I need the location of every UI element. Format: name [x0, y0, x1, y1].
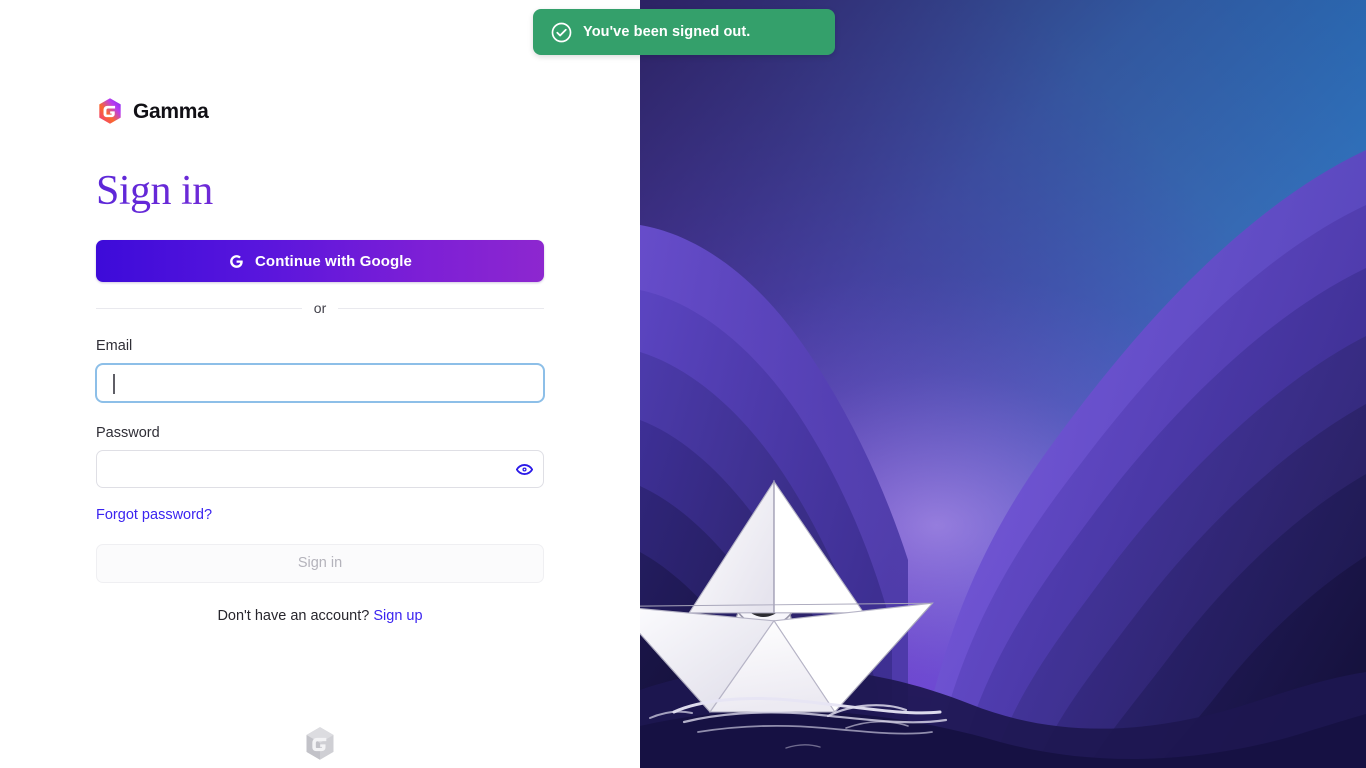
email-input-shell[interactable] [96, 363, 544, 402]
signin-artwork-panel [640, 0, 1366, 768]
continue-with-google-button[interactable]: Continue with Google [96, 240, 544, 283]
sign-in-submit-button[interactable]: Sign in [96, 543, 544, 583]
footer-logo-wrap [0, 724, 640, 764]
eye-icon [515, 463, 533, 475]
text-caret [113, 373, 115, 394]
signup-row: Don't have an account? Sign up [96, 608, 544, 625]
gamma-hex-logo-gray-icon [306, 727, 334, 760]
password-input-shell[interactable] [96, 450, 544, 489]
google-g-icon [230, 254, 243, 268]
page-title: Sign in [96, 127, 544, 214]
brand-logo[interactable]: Gamma [96, 95, 544, 127]
check-circle-icon [551, 22, 572, 42]
signin-page: Gamma Sign in Continue with Google or Em… [0, 0, 1366, 768]
or-divider: or [96, 300, 545, 317]
astronaut-paper-boat-illustration [640, 0, 1366, 768]
signed-out-toast[interactable]: You've been signed out. [533, 9, 835, 55]
password-input[interactable] [97, 451, 507, 488]
password-label: Password [96, 424, 160, 441]
divider-rule-left [96, 307, 302, 309]
brand-name: Gamma [133, 99, 209, 123]
sign-up-link[interactable]: Sign up [373, 608, 422, 624]
email-input[interactable] [97, 364, 543, 401]
signup-prompt: Don't have an account? [217, 607, 370, 624]
signin-left-panel: Gamma Sign in Continue with Google or Em… [0, 0, 640, 768]
forgot-password-link[interactable]: Forgot password? [96, 507, 212, 524]
password-field-group: Password [96, 424, 544, 489]
gamma-hex-logo-icon [99, 98, 121, 124]
toggle-password-visibility-button[interactable] [507, 451, 541, 487]
continue-with-google-label: Continue with Google [255, 252, 412, 270]
divider-label: or [313, 300, 327, 317]
email-field-group: Email [96, 338, 544, 402]
toast-message: You've been signed out. [583, 23, 751, 40]
email-label: Email [96, 338, 133, 355]
signin-form-column: Gamma Sign in Continue with Google or Em… [96, 0, 545, 625]
divider-rule-right [338, 307, 545, 309]
